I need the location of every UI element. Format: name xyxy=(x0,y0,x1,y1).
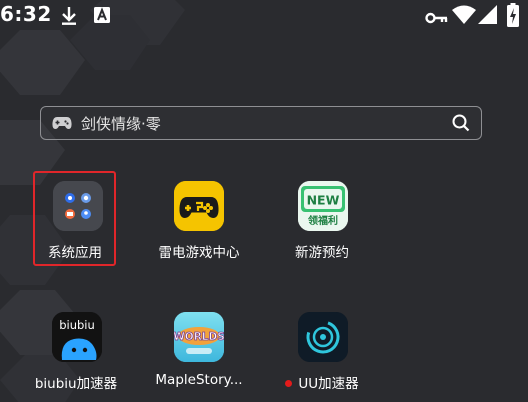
app-label: 系统应用 xyxy=(48,245,102,261)
app-label: UU加速器 xyxy=(262,372,382,392)
download-icon xyxy=(60,6,78,30)
status-time: 6:32 xyxy=(0,2,52,26)
battery-charging-icon xyxy=(507,3,519,31)
search-bar[interactable]: 剑侠情缘·零 xyxy=(40,106,482,140)
app-label: 雷电游戏中心 xyxy=(158,245,240,261)
app-new-game-reservation[interactable]: NEW 领福利 新游预约 xyxy=(262,181,382,266)
new-badge-text: NEW xyxy=(307,193,340,208)
app-biubiu[interactable]: biubiu biubiu加速器 xyxy=(16,312,136,392)
app-label: MapleStory... xyxy=(155,372,243,388)
maplestory-icon: WORLDS xyxy=(174,312,224,362)
app-maplestory[interactable]: WORLDS MapleStory... xyxy=(139,312,259,392)
biubiu-icon: biubiu xyxy=(52,312,102,362)
status-bar: 6:32 xyxy=(0,0,528,32)
new-badge-icon: NEW 领福利 xyxy=(298,181,348,231)
folder-icon xyxy=(53,181,103,231)
app-leidian-game-center[interactable]: 雷电游戏中心 xyxy=(139,181,259,266)
maplestory-logo-text: WORLDS xyxy=(174,331,224,343)
app-uu-accelerator[interactable]: UU加速器 xyxy=(262,312,382,392)
text-a-icon xyxy=(94,7,110,27)
key-icon xyxy=(425,9,449,28)
search-input[interactable]: 剑侠情缘·零 xyxy=(81,113,161,134)
search-icon[interactable] xyxy=(452,114,470,136)
notification-dot xyxy=(285,379,293,387)
gamepad-icon xyxy=(52,115,72,135)
app-label-text: UU加速器 xyxy=(298,376,359,392)
uu-icon xyxy=(298,312,348,362)
app-label: biubiu加速器 xyxy=(34,376,118,392)
gamepad-icon xyxy=(174,181,224,231)
app-system-apps[interactable]: 系统应用 xyxy=(15,181,135,266)
signal-icon xyxy=(478,5,498,29)
app-label: 新游预约 xyxy=(295,245,349,261)
biubiu-logo-text: biubiu xyxy=(59,318,95,332)
new-badge-subtext: 领福利 xyxy=(308,214,338,227)
wifi-icon xyxy=(452,5,476,29)
home-screen: 6:32 剑侠情缘·零 系统应用 雷电游戏中心 NEW 领福利 新游预约 biu… xyxy=(0,0,528,402)
